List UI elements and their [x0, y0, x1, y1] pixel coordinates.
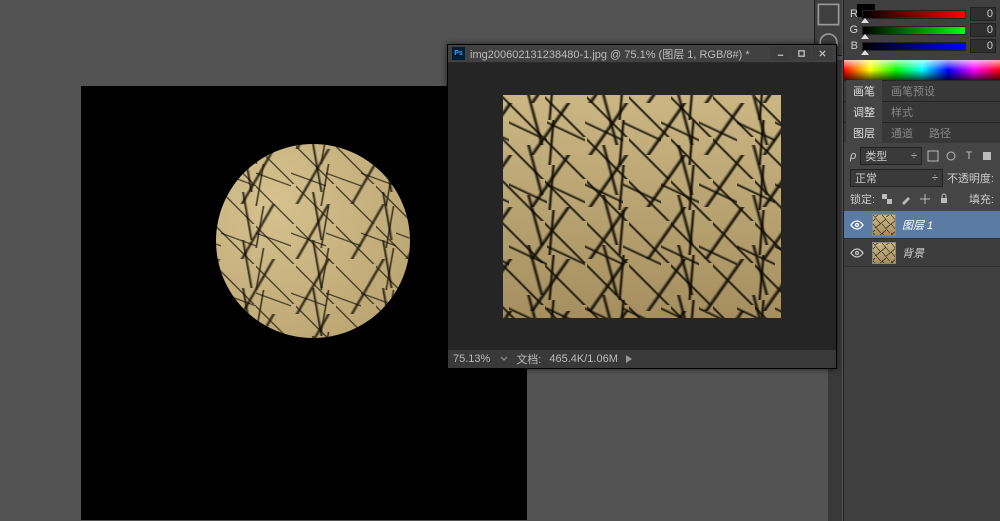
tab-styles[interactable]: 样式 — [884, 101, 920, 123]
maximize-button[interactable] — [791, 47, 811, 60]
b-label: B — [848, 40, 858, 52]
zoom-value[interactable]: 75.13% — [453, 353, 490, 365]
g-slider[interactable] — [862, 26, 966, 35]
document-titlebar[interactable]: Ps img200602131238480-1.jpg @ 75.1% (图层 … — [448, 45, 836, 63]
circular-mask-image — [216, 144, 410, 338]
g-label: G — [848, 24, 858, 36]
document-image — [503, 95, 781, 318]
filter-pixel-icon[interactable] — [926, 149, 940, 163]
r-value[interactable]: 0 — [970, 7, 996, 21]
layer-thumbnail — [872, 214, 896, 236]
layer-name[interactable]: 背景 — [902, 245, 1000, 261]
color-spectrum[interactable] — [844, 60, 1000, 80]
visibility-eye-icon[interactable] — [848, 248, 866, 258]
layer-item[interactable]: 图层 1 — [844, 211, 1000, 239]
doc-size-value: 465.4K/1.06M — [549, 353, 618, 365]
filter-shape-icon[interactable] — [980, 149, 994, 163]
doc-size-label: 文档: — [516, 351, 541, 367]
filter-type-select[interactable]: 类型 ÷ — [860, 147, 922, 165]
lock-position-icon[interactable] — [918, 192, 932, 206]
photoshop-icon: Ps — [452, 47, 465, 60]
layer-thumbnail — [872, 242, 896, 264]
g-value[interactable]: 0 — [970, 23, 996, 37]
lock-transparent-icon[interactable] — [880, 192, 894, 206]
cracked-earth-texture — [216, 144, 410, 338]
visibility-eye-icon[interactable] — [848, 220, 866, 230]
color-panel: R 0 G 0 B 0 — [844, 0, 1000, 60]
tab-brush-presets[interactable]: 画笔预设 — [884, 80, 942, 102]
r-slider[interactable] — [862, 10, 966, 19]
lock-all-icon[interactable] — [937, 192, 951, 206]
tab-adjustments[interactable]: 调整 — [846, 101, 882, 123]
layer-list: 图层 1 背景 — [844, 211, 1000, 267]
blend-mode-value: 正常 — [855, 170, 877, 186]
tab-layers[interactable]: 图层 — [846, 122, 882, 144]
b-slider[interactable] — [862, 42, 966, 51]
window-controls — [770, 47, 832, 60]
b-value[interactable]: 0 — [970, 39, 996, 53]
layer-name[interactable]: 图层 1 — [902, 217, 1000, 233]
lock-label: 锁定: — [850, 191, 875, 207]
info-chevron-icon[interactable] — [500, 353, 508, 365]
minimize-button[interactable] — [770, 47, 790, 60]
document-title: img200602131238480-1.jpg @ 75.1% (图层 1, … — [470, 46, 770, 62]
filter-search-icon[interactable]: ρ — [850, 150, 856, 162]
brush-panel: 画笔 画笔预设 — [844, 80, 1000, 101]
document-statusbar: 75.13% 文档: 465.4K/1.06M — [448, 350, 836, 368]
tab-channels[interactable]: 通道 — [884, 122, 920, 144]
close-button[interactable] — [812, 47, 832, 60]
adjustments-panel: 调整 样式 — [844, 101, 1000, 122]
filter-type-icon[interactable]: T — [962, 149, 976, 163]
opacity-label[interactable]: 不透明度: — [947, 170, 994, 186]
filter-adjust-icon[interactable] — [944, 149, 958, 163]
play-icon[interactable] — [626, 355, 632, 363]
tab-brush[interactable]: 画笔 — [846, 80, 882, 102]
document-viewport[interactable] — [448, 63, 836, 350]
lock-paint-icon[interactable] — [899, 192, 913, 206]
fill-label[interactable]: 填充: — [969, 191, 994, 207]
layer-options: ρ 类型 ÷ T 正常 ÷ 不透明度: 锁定: — [844, 143, 1000, 211]
right-panel: R 0 G 0 B 0 画笔 画笔预设 调整 样式 图层 通 — [843, 0, 1000, 521]
dock-icon-a[interactable] — [815, 0, 842, 28]
tab-paths[interactable]: 路径 — [922, 122, 958, 144]
layers-panel: 图层 通道 路径 ρ 类型 ÷ T 正常 ÷ 不透明度: — [844, 122, 1000, 267]
blend-mode-select[interactable]: 正常 ÷ — [850, 169, 943, 187]
layer-item[interactable]: 背景 — [844, 239, 1000, 267]
filter-type-label: 类型 — [865, 148, 887, 164]
document-window: Ps img200602131238480-1.jpg @ 75.1% (图层 … — [447, 44, 837, 369]
